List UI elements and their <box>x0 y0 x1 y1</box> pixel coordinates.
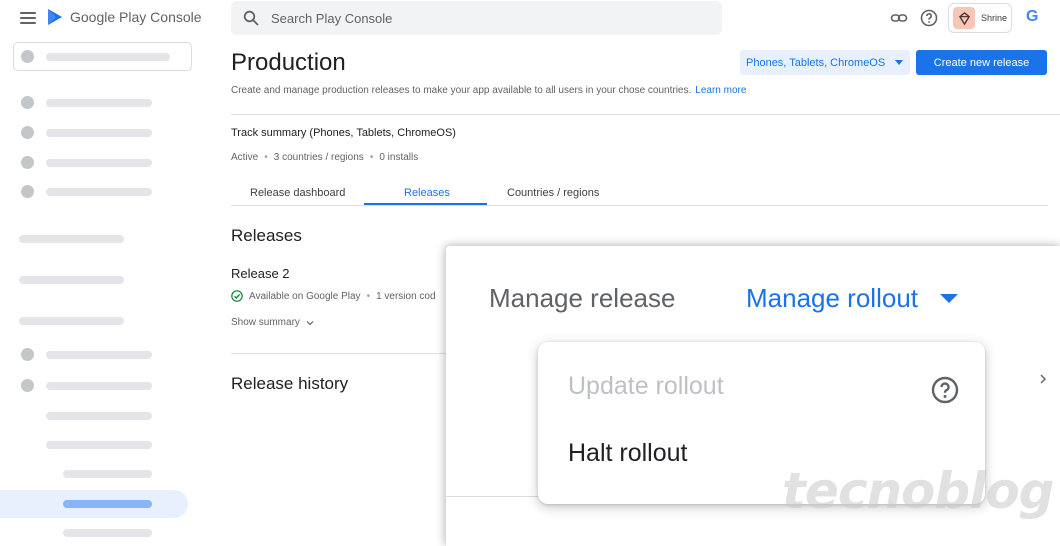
track-summary-meta: Active • 3 countries / regions • 0 installs <box>231 152 419 163</box>
update-rollout-menu-item: Update rollout <box>568 372 724 400</box>
manage-rollout-dropdown[interactable]: Manage rollout <box>746 283 958 314</box>
header-divider <box>231 114 1060 115</box>
track-countries: 3 countries / regions <box>273 152 364 163</box>
sidebar-item-icon[interactable] <box>21 156 34 169</box>
sidebar-item-icon[interactable] <box>21 96 34 109</box>
manage-rollout-menu: Update rollout Halt rollout <box>538 342 985 504</box>
search-placeholder: Search Play Console <box>271 10 393 26</box>
caret-down-icon <box>940 294 958 303</box>
track-installs: 0 installs <box>379 152 419 163</box>
sidebar-item-placeholder[interactable] <box>46 129 152 137</box>
tab-countries-regions[interactable]: Countries / regions <box>507 187 599 199</box>
halt-rollout-menu-item[interactable]: Halt rollout <box>568 439 688 468</box>
sidebar-app-icon <box>21 50 34 63</box>
releases-heading: Releases <box>231 226 302 245</box>
chevron-right-icon[interactable] <box>1038 374 1048 384</box>
create-new-release-button[interactable]: Create new release <box>916 50 1047 75</box>
overlay-divider <box>446 496 546 497</box>
google-account-icon[interactable]: G <box>1026 8 1038 26</box>
manage-release-button[interactable]: Manage release <box>489 283 675 314</box>
chevron-down-icon <box>895 60 904 65</box>
release-name[interactable]: Release 2 <box>231 266 290 281</box>
sidebar-subitem-active-placeholder[interactable] <box>63 500 152 508</box>
play-console-logo[interactable]: Google Play Console <box>46 8 202 26</box>
check-circle-icon <box>231 290 243 302</box>
account-switcher[interactable]: Shrine <box>948 3 1012 33</box>
device-type-select[interactable]: Phones, Tablets, ChromeOS <box>740 50 910 75</box>
sidebar-item-icon[interactable] <box>21 348 34 361</box>
section-divider <box>231 353 446 354</box>
zoom-callout: Manage release Manage rollout Update rol… <box>446 246 1060 546</box>
page-description: Create and manage production releases to… <box>231 85 747 96</box>
sidebar-item-icon[interactable] <box>21 126 34 139</box>
tab-release-dashboard[interactable]: Release dashboard <box>250 187 345 199</box>
learn-more-link[interactable]: Learn more <box>695 85 746 96</box>
account-name: Shrine <box>981 13 1008 23</box>
device-type-label: Phones, Tablets, ChromeOS <box>746 56 886 69</box>
sidebar-item-placeholder[interactable] <box>46 188 152 196</box>
page-title: Production <box>231 49 346 76</box>
sidebar-subitem-placeholder[interactable] <box>63 529 152 537</box>
play-logo-icon <box>48 9 62 25</box>
sidebar-item-placeholder[interactable] <box>46 382 152 390</box>
sidebar-item-placeholder[interactable] <box>46 99 152 107</box>
sidebar-section-placeholder[interactable] <box>19 235 124 243</box>
sidebar-item-icon[interactable] <box>21 185 34 198</box>
show-summary-button[interactable]: Show summary <box>231 317 314 328</box>
sidebar-item-placeholder[interactable] <box>46 351 152 359</box>
sidebar-subitem-placeholder[interactable] <box>46 412 152 420</box>
sidebar-subitem-placeholder[interactable] <box>46 441 152 449</box>
sidebar-section-placeholder[interactable] <box>19 276 124 284</box>
sidebar-app-placeholder <box>46 53 170 61</box>
hamburger-icon[interactable] <box>20 12 36 24</box>
search-input[interactable]: Search Play Console <box>231 1 722 35</box>
tab-releases[interactable]: Releases <box>404 187 450 199</box>
link-icon[interactable] <box>890 9 908 27</box>
release-status: Available on Google Play • 1 version cod <box>231 290 446 302</box>
shrine-avatar-icon <box>953 7 975 29</box>
track-status: Active <box>231 152 259 163</box>
search-icon <box>243 10 259 26</box>
sidebar-item-icon[interactable] <box>21 379 34 392</box>
help-icon[interactable] <box>920 9 938 27</box>
release-history-heading: Release history <box>231 374 349 393</box>
chevron-down-icon <box>306 320 314 325</box>
sidebar-item-placeholder[interactable] <box>46 159 152 167</box>
help-icon[interactable] <box>931 376 959 404</box>
track-summary-title: Track summary (Phones, Tablets, ChromeOS… <box>231 127 456 139</box>
sidebar-section-placeholder[interactable] <box>19 317 124 325</box>
tabs-divider <box>231 205 1048 206</box>
sidebar-subitem-placeholder[interactable] <box>63 470 152 478</box>
app-name: Google Play Console <box>70 9 202 25</box>
